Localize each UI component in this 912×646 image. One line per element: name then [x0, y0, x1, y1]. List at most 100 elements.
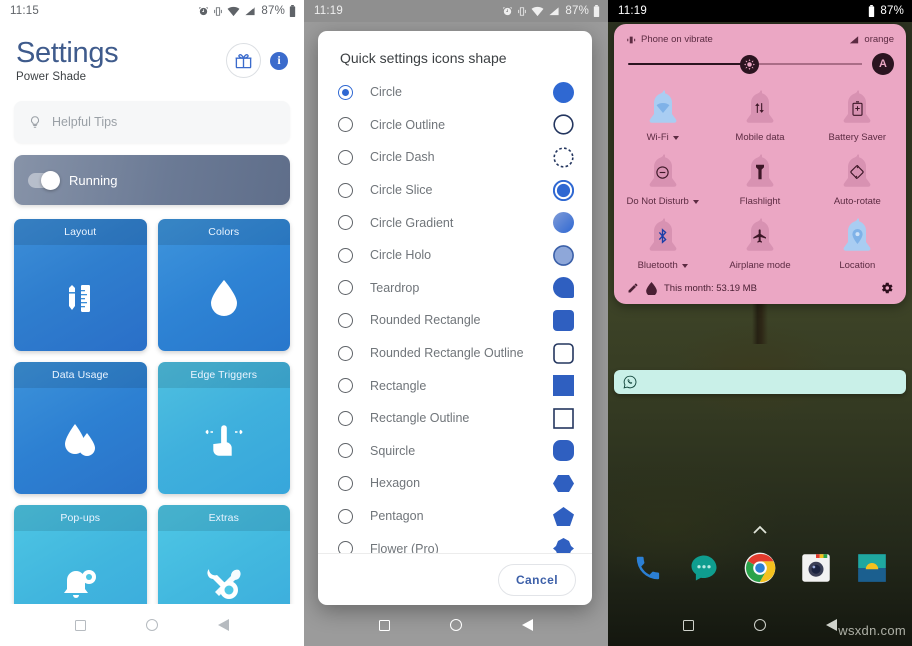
shape-option-circle-slice[interactable]: Circle Slice [318, 174, 592, 207]
qs-tile-auto-rotate[interactable]: Auto-rotate [809, 147, 906, 211]
back-button[interactable] [522, 619, 533, 631]
dock-phone[interactable] [630, 550, 666, 586]
chevron-down-icon[interactable] [692, 199, 699, 204]
pencil-ruler-icon [14, 245, 147, 351]
settings-header: Settings Power Shade i [0, 22, 304, 85]
shape-option-rectangle[interactable]: Rectangle [318, 369, 592, 402]
brightness-slider[interactable] [628, 54, 862, 74]
brightness-thumb[interactable] [740, 54, 760, 74]
tile-edge-triggers[interactable]: Edge Triggers [157, 362, 290, 494]
quick-settings-panel: Phone on vibrate orange A Wi-Fi Mobile d… [614, 24, 906, 304]
tile-data-usage[interactable]: Data Usage [14, 362, 147, 494]
gear-icon[interactable] [880, 281, 894, 295]
radio-button[interactable] [338, 280, 353, 296]
pencil-icon[interactable] [627, 282, 639, 294]
radio-button[interactable] [338, 312, 353, 328]
swatch-flower [552, 538, 574, 553]
home-button[interactable] [754, 619, 766, 631]
qs-tile-airplane-mode[interactable]: Airplane mode [711, 211, 808, 275]
radio-button[interactable] [338, 247, 353, 263]
notification-whatsapp[interactable] [614, 370, 906, 394]
battery-icon [852, 100, 863, 116]
qs-tile-do-not-disturb[interactable]: Do Not Disturb [614, 147, 711, 211]
tile-colors[interactable]: Colors [157, 219, 290, 351]
header-titles: Settings Power Shade [16, 36, 226, 83]
dock-camera[interactable] [798, 550, 834, 586]
shape-option-rounded-rectangle-outline[interactable]: Rounded Rectangle Outline [318, 337, 592, 370]
recents-button[interactable] [379, 619, 390, 631]
radio-button[interactable] [338, 84, 353, 100]
shape-option-rounded-rectangle[interactable]: Rounded Rectangle [318, 304, 592, 337]
chevron-down-icon[interactable] [672, 135, 679, 140]
alarm-icon [503, 6, 513, 15]
qs-tile-location[interactable]: Location [809, 211, 906, 275]
gift-icon [235, 54, 252, 69]
tile-label: Wi-Fi [646, 132, 669, 143]
shape-option-circle-outline[interactable]: Circle Outline [318, 109, 592, 142]
shape-option-circle-dash[interactable]: Circle Dash [318, 141, 592, 174]
shape-option-circle[interactable]: Circle [318, 76, 592, 109]
helpful-tips-bar[interactable]: Helpful Tips [14, 101, 290, 143]
back-button[interactable] [826, 619, 837, 631]
flashlight-icon [755, 164, 764, 180]
swatch-circle-filled [552, 81, 574, 103]
dock-chrome[interactable] [742, 550, 778, 586]
shape-options-list[interactable]: Circle Circle Outline Circle Dash Circle… [318, 76, 592, 553]
radio-button[interactable] [338, 443, 353, 459]
shape-option-hexagon[interactable]: Hexagon [318, 467, 592, 500]
lightbulb-icon [30, 116, 40, 128]
radio-button[interactable] [338, 345, 353, 361]
shape-option-teardrop[interactable]: Teardrop [318, 272, 592, 305]
auto-brightness-button[interactable]: A [872, 53, 894, 75]
status-bar: 11:19 87% [608, 0, 912, 22]
radio-button[interactable] [338, 378, 353, 394]
info-button[interactable]: i [270, 51, 288, 70]
cancel-button[interactable]: Cancel [497, 563, 576, 596]
tile-layout[interactable]: Layout [14, 219, 147, 351]
radio-button[interactable] [338, 182, 353, 198]
dock-messages[interactable] [686, 550, 722, 586]
signal-icon [245, 6, 255, 15]
back-button[interactable] [218, 619, 229, 631]
dnd-icon [656, 165, 669, 179]
radio-button[interactable] [338, 508, 353, 524]
shape-option-rectangle-outline[interactable]: Rectangle Outline [318, 402, 592, 435]
panel-power-shade-settings: 11:15 87% Settings Power Shade i Helpful… [0, 0, 304, 646]
running-switch[interactable] [28, 170, 60, 190]
radio-button[interactable] [338, 215, 353, 231]
gift-button[interactable] [226, 43, 261, 78]
home-button[interactable] [450, 619, 462, 631]
vibrate-icon [627, 36, 636, 43]
qs-tile-wifi[interactable]: Wi-Fi [614, 83, 711, 147]
shape-label: Pentagon [370, 509, 424, 524]
running-toggle-row[interactable]: Running [14, 155, 290, 205]
brightness-icon [744, 58, 756, 70]
recents-button[interactable] [75, 619, 86, 631]
qs-tile-battery-saver[interactable]: Battery Saver [809, 83, 906, 147]
swatch-squircle [552, 440, 574, 462]
home-button[interactable] [146, 619, 158, 631]
radio-button[interactable] [338, 117, 353, 133]
app-drawer-handle[interactable] [752, 522, 768, 540]
shape-option-circle-gradient[interactable]: Circle Gradient [318, 206, 592, 239]
chevron-down-icon[interactable] [681, 263, 688, 268]
radio-button[interactable] [338, 410, 353, 426]
tile-shape [742, 153, 778, 191]
qs-tile-flashlight[interactable]: Flashlight [711, 147, 808, 211]
vibrate-icon [214, 6, 223, 16]
qs-tile-mobile-data[interactable]: Mobile data [711, 83, 808, 147]
shape-option-circle-holo[interactable]: Circle Holo [318, 239, 592, 272]
qs-tile-bluetooth[interactable]: Bluetooth [614, 211, 711, 275]
shape-option-pentagon[interactable]: Pentagon [318, 500, 592, 533]
recents-button[interactable] [683, 619, 694, 631]
radio-button[interactable] [338, 149, 353, 165]
vibrate-icon [518, 6, 527, 16]
dialog-title: Quick settings icons shape [340, 50, 507, 66]
shape-label: Circle Gradient [370, 215, 454, 230]
dock-photos[interactable] [854, 550, 890, 586]
radio-button[interactable] [338, 541, 353, 553]
shape-option-squircle[interactable]: Squircle [318, 435, 592, 468]
swatch-rect-filled [552, 375, 574, 397]
shape-option-flower[interactable]: Flower (Pro) [318, 532, 592, 553]
radio-button[interactable] [338, 475, 353, 491]
